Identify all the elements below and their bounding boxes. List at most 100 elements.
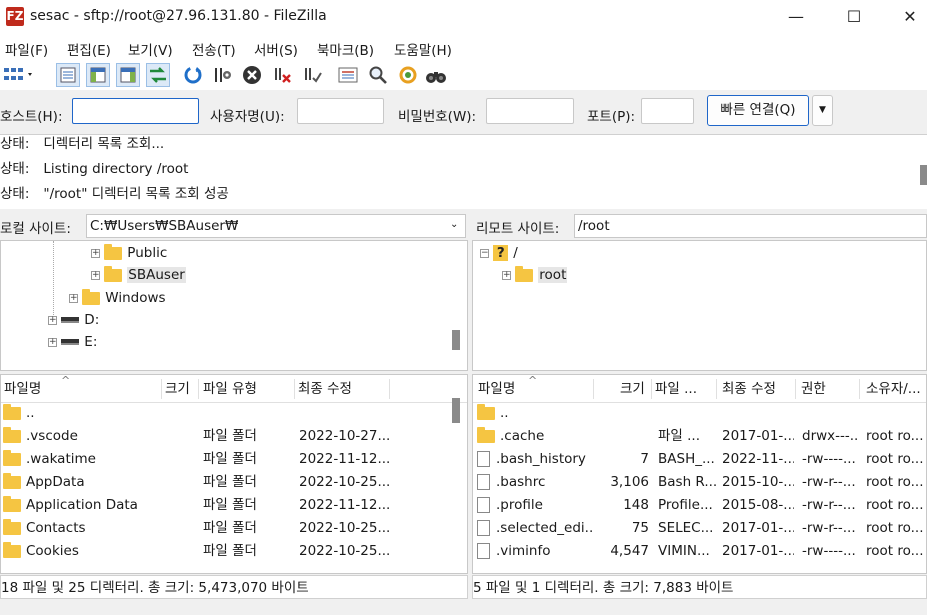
tree-item[interactable]: + SBAuser [91,264,186,286]
expand-icon[interactable]: + [91,248,100,258]
maximize-button[interactable]: ☐ [831,0,877,34]
file-owner: root ro... [866,474,924,490]
folder-icon [104,243,123,260]
search-icon[interactable] [366,63,390,87]
collapse-icon[interactable]: − [480,248,489,258]
column-file-type[interactable]: 파일 ... [655,375,697,403]
table-row[interactable]: .profile 148 Profile... 2015-08-... -rw-r--.… [473,494,926,517]
tree-item[interactable]: − ? / [480,242,518,264]
table-row[interactable]: .wakatime 파일 폴더 2022-11-12... [1,448,451,471]
file-name-cell: Cookies [3,540,161,563]
tree-item[interactable]: + Windows [69,287,166,309]
username-input[interactable] [297,98,384,124]
file-icon [477,520,490,536]
expand-icon[interactable]: + [502,270,511,280]
menu-file[interactable]: 파일(F) [5,39,48,59]
binoculars-icon[interactable] [424,63,448,87]
table-row[interactable]: Contacts 파일 폴더 2022-10-25... [1,517,451,540]
menu-transfer[interactable]: 전송(T) [192,39,236,59]
minimize-button[interactable]: — [773,0,819,34]
host-input[interactable] [72,98,199,124]
tree-item[interactable]: + root [502,264,568,286]
tree-item[interactable]: + Public [91,242,167,264]
file-permissions: -rw-r--... [802,474,856,490]
drive-icon [61,339,80,345]
column-last-modified[interactable]: 최종 수정 [722,375,776,403]
table-row[interactable]: .bashrc 3,106 Bash R... 2015-10-... -rw-r--.… [473,471,926,494]
column-size[interactable]: 크기 [620,375,645,403]
local-site-bar: 로컬 사이트: C:₩Users₩SBAuser₩ ⌄ [0,212,468,240]
reconnect-icon[interactable] [301,63,325,87]
tree-item-label: / [513,245,518,261]
log-scrollbar[interactable] [920,165,927,185]
file-modified: 2015-10-... [722,474,794,490]
file-owner: root ro... [866,520,924,536]
tree-item-label: Public [127,245,168,261]
sort-ascending-icon: ^ [528,374,538,387]
menu-help[interactable]: 도움말(H) [394,39,452,59]
table-row[interactable]: .vscode 파일 폴더 2022-10-27... [1,425,451,448]
password-input[interactable] [486,98,574,124]
expand-icon[interactable]: + [69,293,78,303]
table-row[interactable]: .viminfo 4,547 VIMIN... 2017-01-... -rw----.… [473,540,926,563]
column-owner[interactable]: 소유자/... [866,375,921,403]
column-filename[interactable]: 파일명 [478,375,515,403]
column-last-modified[interactable]: 최종 수정 [298,375,352,403]
expand-icon[interactable]: + [48,337,57,347]
table-row[interactable]: .selected_edi... 75 SELEC... 2017-01-... -rw… [473,517,926,540]
folder-icon [515,265,534,282]
expand-icon[interactable]: + [91,270,100,280]
remote-site-bar: 리모트 사이트: /root [472,212,927,240]
disconnect-icon[interactable] [271,63,295,87]
table-row[interactable]: .cache 파일 ... 2017-01-... drwx---... root ro… [473,425,926,448]
tree-item[interactable]: + E: [48,331,97,353]
log-text: Listing directory /root [43,161,189,177]
tree-item-label: root [538,267,568,283]
menu-edit[interactable]: 편집(E) [67,39,111,59]
table-row[interactable]: .. [1,402,451,425]
table-row[interactable]: Cookies 파일 폴더 2022-10-25... [1,540,451,563]
column-file-type[interactable]: 파일 유형 [203,375,257,403]
folder-icon [82,288,101,305]
menu-server[interactable]: 서버(S) [254,39,298,59]
column-size[interactable]: 크기 [165,375,190,403]
tree-item[interactable]: + D: [48,309,99,331]
quickconnect-dropdown-button[interactable]: ▼ [812,95,833,126]
directory-filter-icon[interactable] [336,63,360,87]
cancel-operation-icon[interactable] [240,63,264,87]
file-permissions: -rw----... [802,543,856,559]
remote-path-input[interactable]: /root [574,214,927,238]
chevron-down-icon[interactable]: ⌄ [450,219,458,230]
column-filename[interactable]: 파일명 [4,375,41,403]
table-row[interactable]: .. [473,402,926,425]
refresh-icon[interactable] [181,63,205,87]
file-name: .. [500,405,509,421]
menu-view[interactable]: 보기(V) [128,39,173,59]
file-permissions: -rw----... [802,451,856,467]
toggle-remote-tree-icon[interactable] [116,63,140,87]
synchronized-browsing-icon[interactable] [396,63,420,87]
filezilla-icon: FZ [6,7,24,26]
table-row[interactable]: AppData 파일 폴더 2022-10-25... [1,471,451,494]
expand-icon[interactable]: + [48,315,57,325]
local-path-input[interactable]: C:₩Users₩SBAuser₩ [86,214,466,238]
table-row[interactable]: Application Data 파일 폴더 2022-11-12... [1,494,451,517]
table-row[interactable]: .bash_history 7 BASH_... 2022-11-... -rw----… [473,448,926,471]
port-input[interactable] [641,98,694,124]
site-manager-icon[interactable] [2,63,36,87]
file-name: AppData [26,474,85,490]
local-tree-scrollbar[interactable] [452,330,460,350]
quickconnect-button[interactable]: 빠른 연결(Q) [707,95,809,126]
toggle-message-log-icon[interactable] [56,63,80,87]
file-type: BASH_... [658,451,715,467]
local-list-scrollbar[interactable] [452,398,460,423]
column-permissions[interactable]: 권한 [801,375,826,403]
toggle-local-tree-icon[interactable] [86,63,110,87]
menu-bookmarks[interactable]: 북마크(B) [317,39,374,59]
file-name-cell: AppData [3,471,161,494]
process-queue-icon[interactable] [210,63,234,87]
close-button[interactable]: ✕ [887,0,927,34]
file-name-cell: Application Data [3,494,161,517]
file-name: .wakatime [26,451,96,467]
toggle-transfer-queue-icon[interactable] [146,63,170,87]
